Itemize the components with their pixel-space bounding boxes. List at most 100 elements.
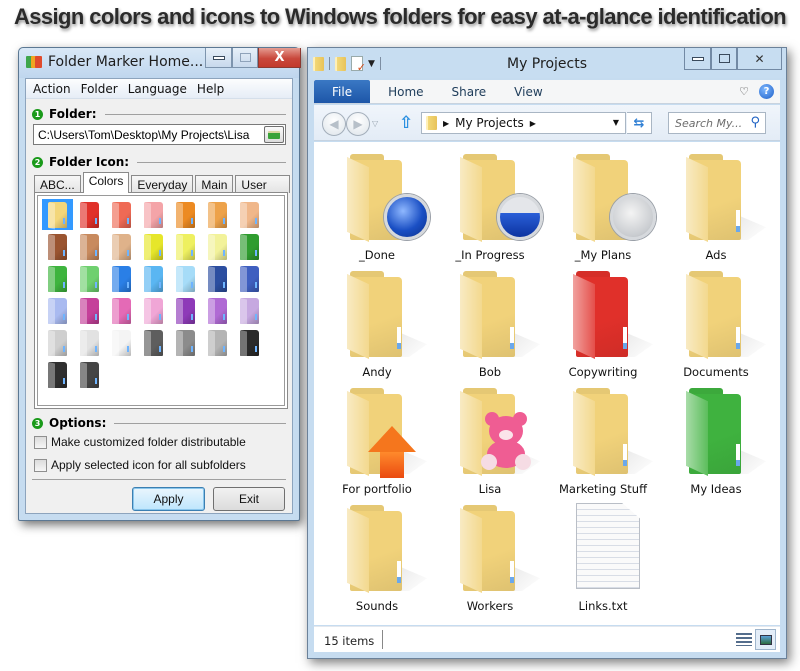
up-arrow-icon[interactable]: ⇧	[399, 113, 413, 133]
color-swatch[interactable]	[106, 199, 137, 230]
folder-path-input[interactable]: C:\Users\Tom\Desktop\My Projects\Lisa	[33, 124, 286, 145]
color-swatch[interactable]	[74, 231, 105, 262]
folder-item[interactable]: _My Plans	[548, 146, 658, 264]
large-icons-view-button[interactable]	[755, 629, 776, 650]
file-list: _Done _In Progress _My Plans Ads Andy Bob Copy…	[314, 142, 780, 625]
breadcrumb-arrow-icon[interactable]: ▶	[443, 119, 449, 128]
folder-marker-titlebar[interactable]: Folder Marker Home... X	[19, 48, 301, 78]
folder-item[interactable]: Bob	[435, 263, 545, 381]
color-swatch[interactable]	[42, 199, 73, 230]
option-distributable[interactable]: Make customized folder distributable	[34, 435, 246, 449]
color-swatch[interactable]	[170, 295, 201, 326]
color-swatch[interactable]	[42, 359, 73, 390]
color-swatch[interactable]	[234, 327, 265, 358]
address-bar[interactable]: ▶ My Projects ▶ ▼	[421, 112, 626, 134]
ribbon-tab-home[interactable]: Home	[374, 85, 437, 99]
tab-colors[interactable]: Colors	[82, 172, 130, 193]
item-label: Andy	[362, 365, 392, 379]
tab-abc[interactable]: ABC...	[34, 175, 81, 193]
color-swatch[interactable]	[138, 231, 169, 262]
folder-item[interactable]: _In Progress	[435, 146, 545, 264]
color-swatch[interactable]	[106, 231, 137, 262]
breadcrumb-arrow-icon[interactable]: ▶	[530, 119, 536, 128]
back-button[interactable]: ◀	[322, 112, 346, 136]
ribbon-tab-share[interactable]: Share	[438, 85, 501, 99]
apply-button[interactable]: Apply	[132, 487, 205, 511]
maximize-button[interactable]	[232, 48, 258, 68]
folder-item[interactable]: _Done	[322, 146, 432, 264]
menu-help[interactable]: Help	[194, 79, 231, 98]
tab-main[interactable]: Main	[195, 175, 234, 193]
recent-locations-icon[interactable]: ▽	[372, 119, 378, 128]
folder-item[interactable]: Lisa	[435, 380, 545, 498]
color-swatch[interactable]	[202, 199, 233, 230]
maximize-button[interactable]	[711, 48, 737, 70]
refresh-button[interactable]: ⇆	[627, 112, 652, 134]
color-swatch[interactable]	[202, 295, 233, 326]
breadcrumb-my-projects[interactable]: My Projects	[455, 116, 524, 130]
ribbon-tab-view[interactable]: View	[500, 85, 556, 99]
color-swatch[interactable]	[234, 263, 265, 294]
folder-item[interactable]: Andy	[322, 263, 432, 381]
tab-user-icons[interactable]: User Icons	[235, 175, 290, 206]
menu-language[interactable]: Language	[125, 79, 194, 98]
minimize-button[interactable]	[684, 48, 711, 70]
color-swatch[interactable]	[234, 295, 265, 326]
address-dropdown-icon[interactable]: ▼	[613, 118, 619, 127]
folder-item[interactable]: Copywriting	[548, 263, 658, 381]
search-icon[interactable]: ⚲	[750, 115, 760, 130]
menu-folder[interactable]: Folder	[78, 79, 125, 98]
color-swatch[interactable]	[138, 327, 169, 358]
folder-item[interactable]: My Ideas	[661, 380, 771, 498]
color-swatch[interactable]	[202, 327, 233, 358]
forward-button[interactable]: ▶	[346, 112, 370, 136]
color-swatch[interactable]	[106, 295, 137, 326]
details-view-icon[interactable]	[736, 633, 752, 646]
color-swatch[interactable]	[42, 295, 73, 326]
color-swatch[interactable]	[138, 295, 169, 326]
color-swatch[interactable]	[202, 231, 233, 262]
color-swatch[interactable]	[74, 359, 105, 390]
color-swatch[interactable]	[234, 199, 265, 230]
folder-item[interactable]: Sounds	[322, 497, 432, 615]
color-swatch[interactable]	[74, 295, 105, 326]
color-swatch[interactable]	[202, 263, 233, 294]
explorer-titlebar[interactable]: ▼ My Projects ✕	[308, 48, 786, 78]
color-swatch[interactable]	[42, 327, 73, 358]
expand-ribbon-icon[interactable]: ♡	[739, 85, 749, 98]
color-swatch[interactable]	[138, 199, 169, 230]
browse-folder-button[interactable]	[264, 126, 284, 143]
color-swatch[interactable]	[74, 263, 105, 294]
color-swatch[interactable]	[170, 231, 201, 262]
colored-folder-icon	[208, 265, 227, 292]
color-swatch[interactable]	[106, 327, 137, 358]
folder-item[interactable]: Ads	[661, 146, 771, 264]
tab-everyday[interactable]: Everyday	[131, 175, 194, 193]
help-icon[interactable]: ?	[759, 84, 774, 99]
color-swatch[interactable]	[106, 263, 137, 294]
color-swatch[interactable]	[170, 327, 201, 358]
minimize-button[interactable]	[205, 48, 232, 68]
color-swatch[interactable]	[74, 327, 105, 358]
close-button[interactable]: ✕	[737, 48, 782, 70]
menu-action[interactable]: Action	[30, 79, 78, 98]
color-swatch[interactable]	[138, 263, 169, 294]
color-swatch[interactable]	[170, 263, 201, 294]
apply-subfolders-checkbox[interactable]	[34, 458, 47, 472]
color-swatch[interactable]	[42, 231, 73, 262]
folder-item[interactable]: For portfolio	[322, 380, 432, 498]
exit-button[interactable]: Exit	[213, 487, 285, 511]
color-swatch[interactable]	[42, 263, 73, 294]
color-swatch[interactable]	[74, 199, 105, 230]
file-item[interactable]: Links.txt	[548, 497, 658, 615]
ribbon-tab-file[interactable]: File	[314, 80, 371, 103]
folder-item[interactable]: Marketing Stuff	[548, 380, 658, 498]
distributable-checkbox[interactable]	[34, 435, 47, 449]
option-apply-subfolders[interactable]: Apply selected icon for all subfolders	[34, 458, 246, 472]
folder-item[interactable]: Documents	[661, 263, 771, 381]
color-swatch[interactable]	[170, 199, 201, 230]
close-button[interactable]: X	[258, 48, 301, 68]
folder-item[interactable]: Workers	[435, 497, 545, 615]
color-swatch[interactable]	[234, 231, 265, 262]
search-input[interactable]: Search My... ⚲	[668, 112, 766, 134]
